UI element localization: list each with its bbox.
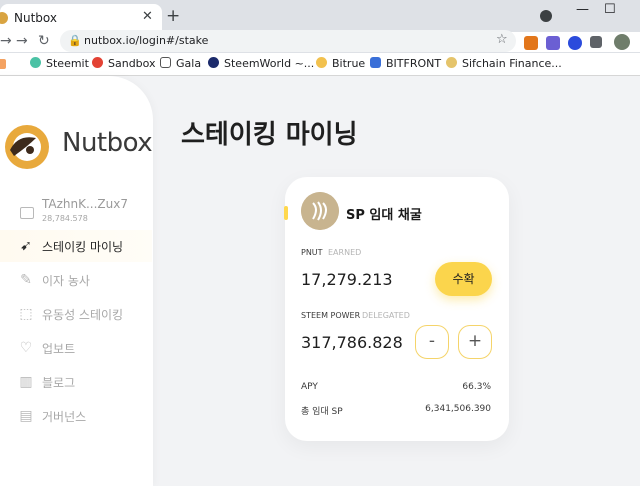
- card-title: SP 임대 채굴: [346, 208, 422, 223]
- tab-close-icon[interactable]: ✕: [142, 9, 153, 24]
- document-icon: ▤: [19, 408, 33, 424]
- steemworld-icon: [208, 57, 219, 68]
- liquidity-icon: ⬚: [19, 306, 33, 322]
- nutbox-logo-icon: [5, 125, 49, 169]
- earned-label: EARNED: [328, 248, 362, 257]
- tab-bar: Nutbox ✕ + — ☐: [0, 0, 640, 32]
- sprout-icon: ✎: [20, 272, 32, 288]
- plus-button[interactable]: +: [458, 325, 492, 359]
- bookmark-gala[interactable]: Gala: [160, 57, 201, 70]
- wallet-icon: [20, 207, 34, 219]
- sidebar-item-interest-farming[interactable]: ✎ 이자 농사: [0, 266, 152, 294]
- apy-label: APY: [301, 382, 318, 392]
- sidebar-item-label: 블로그: [42, 376, 76, 390]
- sidebar-item-staking-mining[interactable]: ➹ 스테이킹 마이닝: [0, 232, 152, 260]
- book-icon: ▥: [19, 374, 33, 390]
- bookmark-steemit[interactable]: Steemit: [30, 57, 89, 70]
- back-icon[interactable]: →: [0, 33, 12, 49]
- tab-nutbox[interactable]: Nutbox ✕: [0, 4, 162, 32]
- logo-text[interactable]: Nutbox: [62, 128, 153, 158]
- sifchain-icon: [446, 57, 457, 68]
- minus-button[interactable]: -: [415, 325, 449, 359]
- delegated-label: DELEGATED: [362, 311, 410, 320]
- account-name[interactable]: TAzhnK...Zux7: [42, 197, 128, 211]
- wallet-extension-icon[interactable]: [568, 36, 582, 50]
- address-bar[interactable]: 🔒 nutbox.io/login#/stake ☆: [60, 30, 516, 52]
- bookmark-steemworld[interactable]: SteemWorld ~...: [208, 57, 314, 70]
- profile-avatar[interactable]: [614, 34, 630, 50]
- new-tab-button[interactable]: +: [166, 6, 180, 26]
- lock-icon: 🔒: [68, 34, 82, 47]
- delegated-token-label: STEEM POWER: [301, 311, 361, 320]
- bookmarks-bar: Steemit Sandbox Gala SteemWorld ~... Bit…: [0, 53, 640, 76]
- url-text[interactable]: nutbox.io/login#/stake: [84, 34, 208, 47]
- sidebar-item-label: 이자 농사: [42, 274, 90, 288]
- harvest-button[interactable]: 수확: [435, 262, 492, 296]
- minimize-button[interactable]: —: [576, 2, 589, 17]
- browser-chrome: Nutbox ✕ + — ☐ → → ↻ 🔒 nutbox.io/login#/…: [0, 0, 640, 76]
- reload-icon[interactable]: ↻: [38, 33, 50, 49]
- forward-icon[interactable]: →: [16, 33, 28, 49]
- keplr-icon[interactable]: [546, 36, 560, 50]
- browser-toolbar: → → ↻ 🔒 nutbox.io/login#/stake ☆: [0, 30, 640, 52]
- sidebar-item-liquidity-staking[interactable]: ⬚ 유동성 스테이킹: [0, 300, 152, 328]
- total-delegated-label: 총 임대 SP: [301, 407, 343, 417]
- bitfront-icon: [370, 57, 381, 68]
- sidebar-item-blog[interactable]: ▥ 블로그: [0, 368, 152, 396]
- bookmark-sandbox[interactable]: Sandbox: [92, 57, 156, 70]
- sandbox-icon: [92, 57, 103, 68]
- gala-icon: [160, 57, 171, 68]
- bookmark-bitrue[interactable]: Bitrue: [316, 57, 365, 70]
- sidebar-item-label: 스테이킹 마이닝: [42, 240, 124, 254]
- heart-icon: ♡: [19, 340, 33, 356]
- bitrue-icon: [316, 57, 327, 68]
- bookmark-bitfront[interactable]: BITFRONT: [370, 57, 441, 70]
- delegated-value: 317,786.828: [301, 333, 403, 352]
- nutbox-favicon-icon: [0, 12, 8, 24]
- tab-search-icon[interactable]: [540, 10, 552, 22]
- sidebar-item-label: 거버넌스: [42, 410, 87, 424]
- sidebar-item-label: 업보트: [42, 342, 76, 356]
- sidebar-item-upvote[interactable]: ♡ 업보트: [0, 334, 152, 362]
- metamask-icon[interactable]: [524, 36, 538, 50]
- maximize-button[interactable]: ☐: [604, 2, 616, 17]
- account-balance: 28,784.578: [42, 214, 88, 223]
- apy-value: 66.3%: [462, 382, 491, 392]
- total-delegated-value: 6,341,506.390: [425, 404, 491, 414]
- sidebar-item-governance[interactable]: ▤ 거버넌스: [0, 402, 152, 430]
- earned-token-label: PNUT: [301, 248, 323, 257]
- bookmark-sifchain[interactable]: Sifchain Finance...: [446, 57, 562, 70]
- tab-title: Nutbox: [14, 11, 57, 25]
- steem-logo-icon: [301, 192, 339, 230]
- rocket-icon: ➹: [20, 238, 32, 254]
- steemit-icon: [30, 57, 41, 68]
- page-title: 스테이킹 마이닝: [181, 120, 358, 150]
- apps-icon[interactable]: [0, 59, 6, 69]
- sidebar-item-label: 유동성 스테이킹: [42, 308, 124, 322]
- card-accent-bar: [284, 206, 288, 220]
- bookmark-star-icon[interactable]: ☆: [496, 32, 508, 47]
- extensions-icon[interactable]: [590, 36, 602, 48]
- earned-value: 17,279.213: [301, 270, 393, 289]
